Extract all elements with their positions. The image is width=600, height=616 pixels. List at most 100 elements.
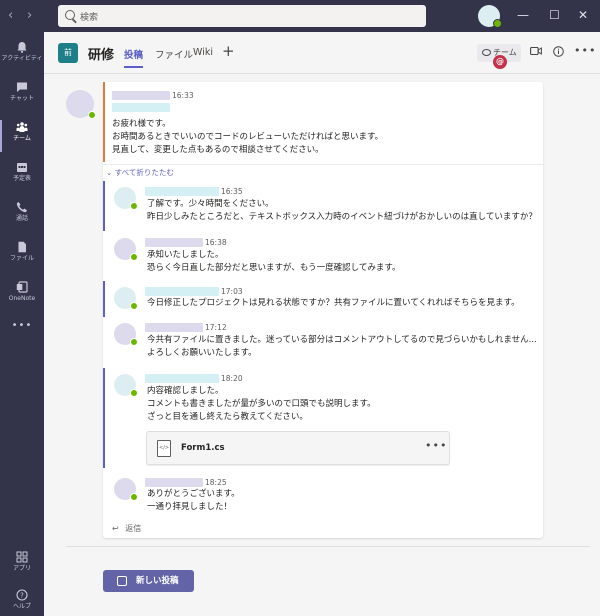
- help-icon: ?: [16, 589, 28, 601]
- root-message-accent: [103, 82, 105, 162]
- status-available-icon: [130, 253, 138, 261]
- separator: [103, 164, 543, 165]
- divider: [66, 546, 590, 547]
- search-input[interactable]: 検索: [58, 5, 426, 27]
- rail-item-apps[interactable]: アプリ: [0, 546, 44, 586]
- message-time: 16:38: [205, 238, 227, 247]
- app-rail: アクティビティ チャット チーム 予定表 通話 ファイル OneNote •••…: [0, 32, 44, 616]
- tab-posts[interactable]: 投稿: [124, 47, 144, 68]
- more-options-icon[interactable]: •••: [574, 44, 596, 57]
- rail-item-help[interactable]: ? ヘルプ: [0, 584, 44, 616]
- reply-accent: [103, 281, 105, 317]
- rail-label: ファイル: [9, 255, 34, 262]
- title-bar: ‹ › 検索 — ☐ ✕: [0, 0, 600, 32]
- mention-badge: @: [493, 55, 507, 69]
- maximize-icon[interactable]: ☐: [549, 8, 560, 22]
- rail-label: ヘルプ: [12, 603, 31, 610]
- search-icon: [65, 10, 75, 20]
- rail-label: 通話: [15, 215, 28, 222]
- tab-files[interactable]: ファイル: [155, 47, 193, 61]
- apps-icon: [16, 551, 28, 563]
- author-name[interactable]: [145, 238, 203, 247]
- avatar[interactable]: [114, 187, 138, 210]
- avatar[interactable]: [66, 90, 96, 119]
- collapse-all-link[interactable]: ⌄ すべて折りたたむ: [106, 167, 174, 178]
- message-time: 16:33: [172, 91, 194, 100]
- author-name[interactable]: [145, 374, 219, 383]
- rail-item-chat[interactable]: チャット: [0, 76, 44, 116]
- reply-button[interactable]: ↩ 返信: [112, 523, 141, 534]
- rail-label: 予定表: [12, 175, 31, 182]
- message-body: 内容確認しました。 コメントも書きましたが量が多いので口頭でも説明します。 ざっ…: [147, 386, 376, 422]
- author-name[interactable]: [145, 187, 219, 196]
- phone-icon: [16, 202, 27, 213]
- close-icon[interactable]: ✕: [578, 8, 588, 22]
- svg-text:?: ?: [20, 592, 24, 600]
- message-body: 今共有ファイルに置きました。迷っている部分はコメントアウトしてるので見づらいかも…: [147, 335, 537, 358]
- file-attachment[interactable]: Form1.cs •••: [146, 431, 450, 465]
- eye-icon: [482, 49, 491, 56]
- rail-label: OneNote: [8, 295, 36, 302]
- calendar-icon: [17, 163, 27, 172]
- new-post-label: 新しい投稿: [136, 576, 179, 586]
- bell-icon: [17, 42, 27, 53]
- rail-label: チャット: [10, 95, 34, 102]
- avatar[interactable]: [114, 323, 138, 346]
- status-available-icon: [88, 111, 96, 119]
- rail-label: アクティビティ: [1, 55, 43, 62]
- rail-item-calendar[interactable]: 予定表: [0, 156, 44, 196]
- reply-accent: [103, 181, 105, 231]
- new-post-button[interactable]: 新しい投稿: [103, 570, 194, 592]
- rail-item-calls[interactable]: 通話: [0, 196, 44, 236]
- rail-item-teams[interactable]: チーム: [0, 116, 44, 156]
- back-arrow-icon[interactable]: ‹: [8, 8, 13, 24]
- rail-item-onenote[interactable]: OneNote: [0, 276, 44, 316]
- reply-arrow-icon: ↩: [112, 524, 119, 533]
- code-file-icon: [157, 440, 171, 457]
- minimize-icon[interactable]: —: [517, 8, 529, 22]
- message-time: 17:03: [221, 287, 243, 296]
- status-available-icon: [493, 19, 502, 28]
- file-name[interactable]: Form1.cs: [181, 443, 225, 453]
- add-tab-button[interactable]: +: [222, 42, 235, 60]
- file-icon: [18, 241, 26, 253]
- channel-name: 研修: [88, 48, 115, 63]
- message-body: 承知いたしました。 恐らく今日直した部分だと思いますが、もう一度確認してみます。: [147, 250, 401, 273]
- message-body: お疲れ様です。 お時間あるときでいいのでコードのレビューいただければと思います。…: [112, 119, 384, 155]
- status-available-icon: [130, 493, 138, 501]
- rail-item-more[interactable]: •••: [0, 316, 44, 356]
- profile-avatar[interactable]: [478, 5, 502, 28]
- more-options-icon[interactable]: •••: [425, 439, 447, 452]
- tab-wiki[interactable]: Wiki: [193, 47, 213, 58]
- recipient-name: [112, 103, 170, 112]
- author-name[interactable]: [112, 91, 170, 100]
- message-body: 了解です。少々時間をください。 昨日少しみたところだと、テキストボックス入力時の…: [147, 199, 537, 222]
- rail-item-activity[interactable]: アクティビティ: [0, 36, 44, 76]
- more-icon: •••: [11, 320, 33, 331]
- team-tile: 前: [58, 43, 78, 63]
- teams-icon: [16, 122, 28, 132]
- rail-item-files[interactable]: ファイル: [0, 236, 44, 276]
- author-name[interactable]: [145, 478, 203, 487]
- chat-icon: [17, 82, 27, 92]
- author-name[interactable]: [145, 287, 219, 296]
- info-icon[interactable]: [553, 46, 564, 57]
- message-time: 18:25: [205, 478, 227, 487]
- status-available-icon: [130, 302, 138, 310]
- message-body: 今日修正したプロジェクトは見れる状態ですか？共有ファイルに置いてくれればそちらを…: [147, 298, 520, 308]
- avatar[interactable]: [114, 374, 138, 397]
- rail-label: チーム: [13, 135, 31, 142]
- forward-arrow-icon[interactable]: ›: [27, 8, 32, 24]
- message-time: 18:20: [221, 374, 243, 383]
- channel-header: 前 研修 投稿 ファイル Wiki + チーム •••: [44, 32, 600, 74]
- compose-icon: [117, 576, 127, 586]
- message-time: 16:35: [221, 187, 243, 196]
- message-body: ありがとうございます。 一通り拝見しました！: [147, 489, 240, 512]
- author-name[interactable]: [145, 323, 203, 332]
- meet-icon[interactable]: [530, 46, 542, 56]
- avatar[interactable]: [114, 478, 138, 501]
- avatar[interactable]: [114, 238, 138, 261]
- avatar[interactable]: [114, 287, 138, 310]
- message-time: 17:12: [205, 323, 227, 332]
- status-available-icon: [130, 389, 138, 397]
